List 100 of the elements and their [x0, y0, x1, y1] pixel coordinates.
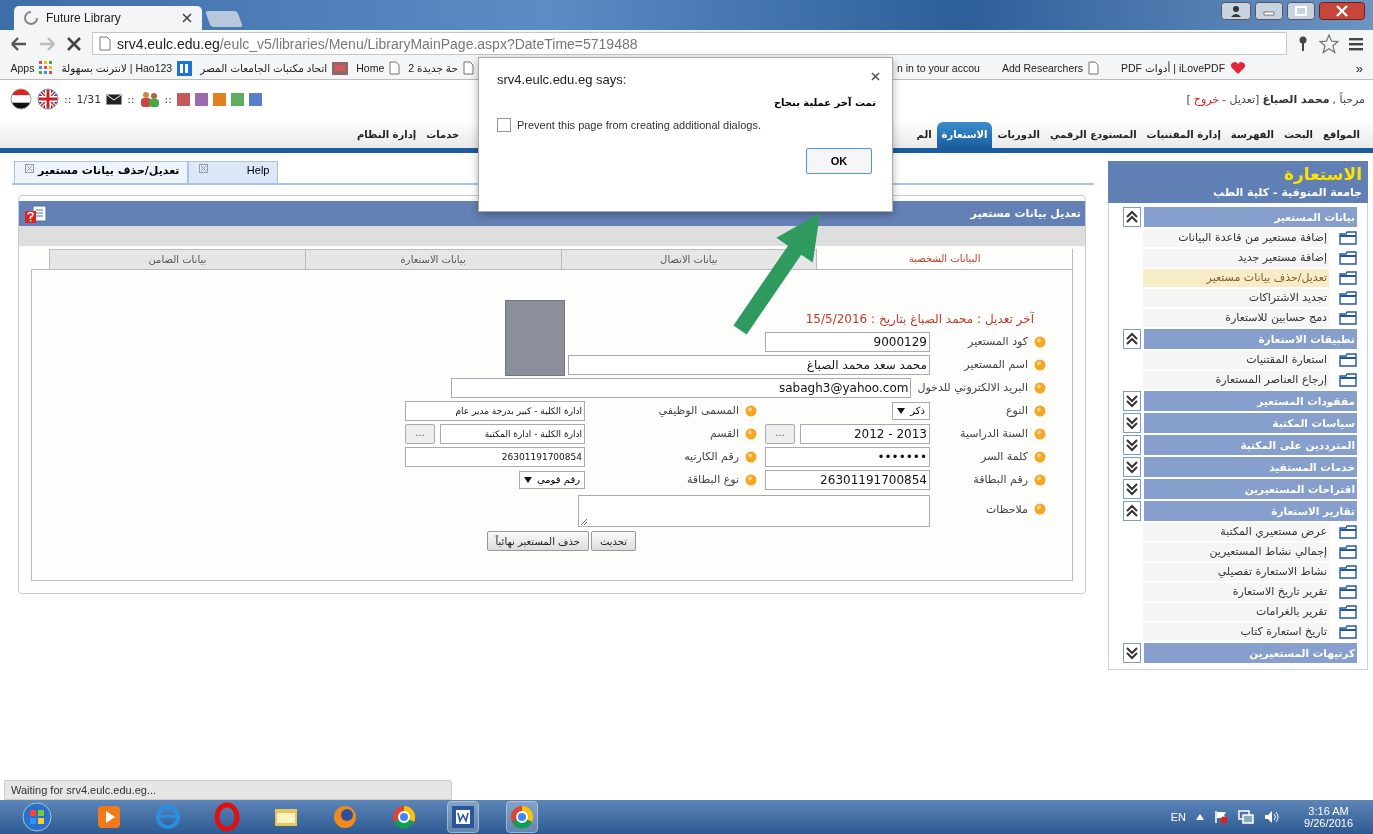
menu-tab[interactable]: الم — [911, 122, 937, 148]
theme-swatch[interactable] — [248, 92, 262, 106]
close-icon[interactable] — [182, 13, 192, 23]
collapse-icon[interactable] — [1123, 207, 1141, 227]
menu-tab[interactable]: إدارة النظام — [352, 122, 422, 148]
form-button[interactable]: تحديث — [590, 531, 636, 551]
speaker-icon[interactable] — [1264, 810, 1281, 824]
document-tab[interactable]: Help — [188, 161, 279, 183]
menu-tab[interactable]: المواقع — [1318, 122, 1365, 148]
maximize-icon[interactable] — [1287, 2, 1315, 20]
flag-icon[interactable] — [1214, 810, 1229, 824]
logout-link[interactable]: خروج — [1193, 92, 1220, 106]
heart-icon — [1230, 61, 1247, 75]
start-button-icon[interactable] — [20, 802, 54, 832]
page-icon — [463, 61, 474, 75]
checkbox[interactable] — [497, 118, 511, 132]
notes-field[interactable] — [578, 495, 930, 527]
egypt-flag-icon[interactable] — [10, 88, 32, 110]
ellipsis-button[interactable]: ... — [765, 423, 795, 444]
menu-item[interactable]: إضافة مستعير جديد — [1143, 249, 1329, 267]
input-field[interactable]: 26301191700854 — [405, 446, 585, 467]
document-tab[interactable]: تعديل/حذف بيانات مستعير — [14, 161, 189, 183]
input-field[interactable]: 26301191700854 — [765, 469, 930, 490]
bookmark[interactable]: Hao123 | لانترنت بسهولة — [61, 60, 193, 76]
menu-tab[interactable]: إدارة المقتنيات — [1141, 122, 1226, 148]
menu-tab[interactable]: الفهرسة — [1225, 122, 1279, 148]
menu-tab[interactable]: الدوريات — [992, 122, 1045, 148]
input-field[interactable]: ••••••• — [765, 446, 930, 467]
menu-tab[interactable]: البحث — [1278, 122, 1319, 148]
key-icon[interactable] — [1297, 35, 1309, 52]
document-w-icon[interactable] — [448, 802, 478, 832]
theme-swatch[interactable] — [212, 92, 226, 106]
language-indicator[interactable]: EN — [1170, 811, 1187, 823]
network-icon[interactable] — [1238, 810, 1255, 824]
more-bookmarks-button[interactable]: » — [1355, 60, 1363, 76]
bookmark[interactable]: Apps — [10, 60, 54, 76]
menu-item[interactable]: نشاط الاستعارة تفصيلي — [1143, 563, 1329, 581]
back-arrow-icon[interactable] — [10, 35, 28, 52]
ok-button[interactable]: OK — [806, 148, 872, 174]
expand-icon[interactable] — [1123, 391, 1141, 411]
user-icon[interactable] — [1221, 2, 1251, 20]
form-tab[interactable]: بيانات الضامن — [49, 249, 305, 269]
caret-up-icon[interactable] — [1196, 814, 1205, 820]
menu-icon[interactable] — [1349, 36, 1363, 51]
bookmark[interactable]: iLovePDF | أدوات PDF — [1121, 61, 1247, 75]
uk-flag-icon[interactable] — [37, 88, 59, 110]
menu-tab[interactable]: المستودع الرقمي — [1044, 122, 1142, 148]
expand-icon[interactable] — [1123, 413, 1141, 433]
people-icon[interactable] — [139, 91, 160, 107]
menu-item[interactable]: عرض مستعيري المكتبة — [1143, 523, 1329, 541]
expand-icon[interactable] — [1123, 435, 1141, 455]
form-button[interactable]: حذف المستعير نهائياً — [486, 531, 589, 551]
help-document-icon[interactable] — [25, 204, 47, 223]
address-field[interactable]: srv4.eulc.edu.eg/eulc_v5/libraries/Menu/LibraryMainPage.aspx?DateTime=5719488 — [92, 32, 1287, 55]
menu-item[interactable]: تقرير بالغرامات — [1143, 603, 1329, 621]
input-field[interactable]: 2013 - 2012 — [800, 423, 930, 444]
input-field[interactable]: ادارة الكلية - ادارة المكتبة — [440, 423, 585, 444]
input-field[interactable]: محمد سعد محمد الصباغ — [568, 354, 930, 375]
menu-item[interactable]: استعارة المقتنيات — [1143, 351, 1329, 369]
close-icon[interactable] — [871, 72, 880, 81]
bookmark[interactable]: Home — [356, 60, 401, 76]
menu-tab[interactable]: الاستعارة — [936, 122, 993, 148]
input-field[interactable]: ادارة الكلية - كبير بدرجة مدير عام — [405, 400, 585, 421]
minimize-icon[interactable] — [1255, 2, 1283, 20]
menu-item[interactable]: إضافة مستعير من قاعدة البيانات — [1143, 229, 1329, 247]
menu-item[interactable]: إرجاع العناصر المستعارة — [1143, 371, 1329, 389]
expand-icon[interactable] — [1123, 479, 1141, 499]
bookmark[interactable]: حة جديدة 2 — [408, 60, 474, 76]
theme-swatch[interactable] — [194, 92, 208, 106]
expand-icon[interactable] — [1123, 457, 1141, 477]
collapse-icon[interactable] — [1123, 329, 1141, 349]
collapse-icon[interactable] — [1123, 501, 1141, 521]
stop-icon[interactable] — [66, 35, 82, 52]
edit-link[interactable]: [تعديل - — [1222, 92, 1260, 106]
input-field[interactable]: 9000129 — [765, 331, 930, 352]
star-icon[interactable] — [1319, 33, 1339, 54]
menu-item[interactable]: إجمالي نشاط المستعيرين — [1143, 543, 1329, 561]
menu-tab[interactable]: خدمات — [421, 122, 465, 148]
bookmark[interactable]: n in to your accou — [897, 61, 980, 75]
envelope-icon[interactable] — [106, 93, 123, 105]
clock[interactable]: 3:16 AM 9/26/2016 — [1304, 805, 1353, 829]
browser-tab[interactable]: Future Library — [14, 6, 202, 30]
dropdown[interactable]: ذكر — [892, 401, 930, 420]
expand-icon[interactable] — [1123, 643, 1141, 663]
input-field[interactable]: sabagh3@yahoo.com — [451, 377, 912, 398]
ellipsis-button[interactable]: ... — [405, 423, 435, 444]
menu-item[interactable]: تقرير تاريخ الاستعارة — [1143, 583, 1329, 601]
close-icon[interactable] — [1319, 2, 1365, 20]
menu-item[interactable]: تعديل/حذف بيانات مستعير — [1143, 269, 1329, 287]
globe-icon[interactable] — [507, 802, 537, 832]
dropdown[interactable]: رقم قومي — [518, 470, 585, 489]
theme-swatch[interactable] — [230, 92, 244, 106]
bookmark[interactable]: اتحاد مكتبات الجامعات المصر — [200, 60, 349, 76]
new-tab-button[interactable] — [205, 11, 243, 27]
menu-item[interactable]: تاريخ استعارة كتاب — [1143, 623, 1329, 641]
form-tab[interactable]: بيانات الاستعارة — [304, 249, 561, 269]
menu-item[interactable]: تجديد الاشتراكات — [1143, 289, 1329, 307]
menu-item[interactable]: دمج حسابين للاستعارة — [1143, 309, 1329, 327]
theme-swatch[interactable] — [176, 92, 190, 106]
bookmark[interactable]: Add Researchers — [1001, 61, 1099, 75]
